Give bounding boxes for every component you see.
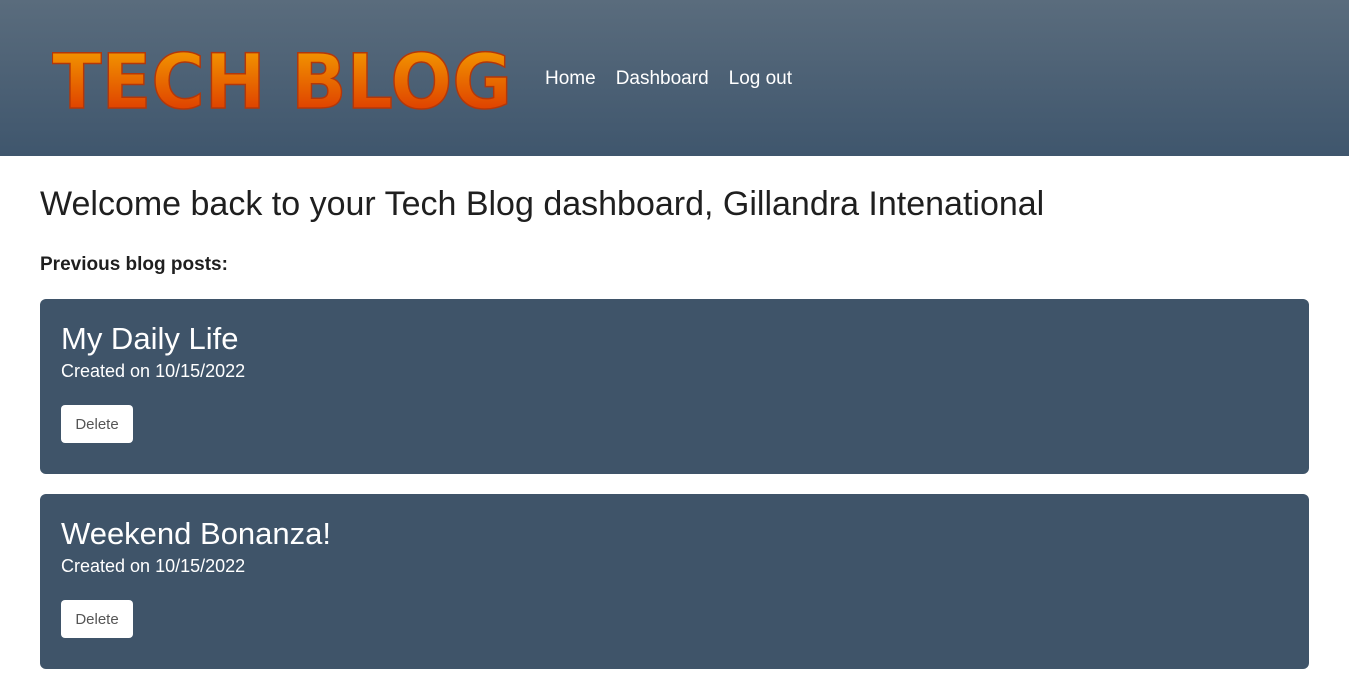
logo-text: TECH BLOG [52, 38, 512, 114]
nav-home-link[interactable]: Home [545, 66, 596, 92]
nav-dashboard-link[interactable]: Dashboard [616, 66, 709, 92]
site-header: TECH BLOG Home Dashboard Log out [0, 0, 1349, 156]
delete-button[interactable]: Delete [61, 405, 133, 443]
main-nav: Home Dashboard Log out [545, 66, 792, 92]
previous-posts-label: Previous blog posts: [40, 254, 228, 275]
welcome-heading: Welcome back to your Tech Blog dashboard… [40, 185, 1045, 223]
post-card[interactable]: My Daily Life Created on 10/15/2022 Dele… [40, 299, 1309, 474]
post-list: My Daily Life Created on 10/15/2022 Dele… [40, 299, 1309, 689]
created-on-label: Created on [61, 556, 151, 576]
delete-button[interactable]: Delete [61, 600, 133, 638]
post-card[interactable]: Weekend Bonanza! Created on 10/15/2022 D… [40, 494, 1309, 669]
post-title[interactable]: My Daily Life [61, 319, 238, 359]
created-on-label: Created on [61, 361, 151, 381]
tech-blog-logo[interactable]: TECH BLOG [52, 38, 514, 114]
post-date-value: 10/15/2022 [155, 361, 246, 381]
post-title[interactable]: Weekend Bonanza! [61, 514, 331, 554]
nav-logout-link[interactable]: Log out [729, 66, 792, 92]
post-created-date: Created on 10/15/2022 [61, 359, 245, 383]
post-date-value: 10/15/2022 [155, 556, 246, 576]
post-created-date: Created on 10/15/2022 [61, 554, 245, 578]
